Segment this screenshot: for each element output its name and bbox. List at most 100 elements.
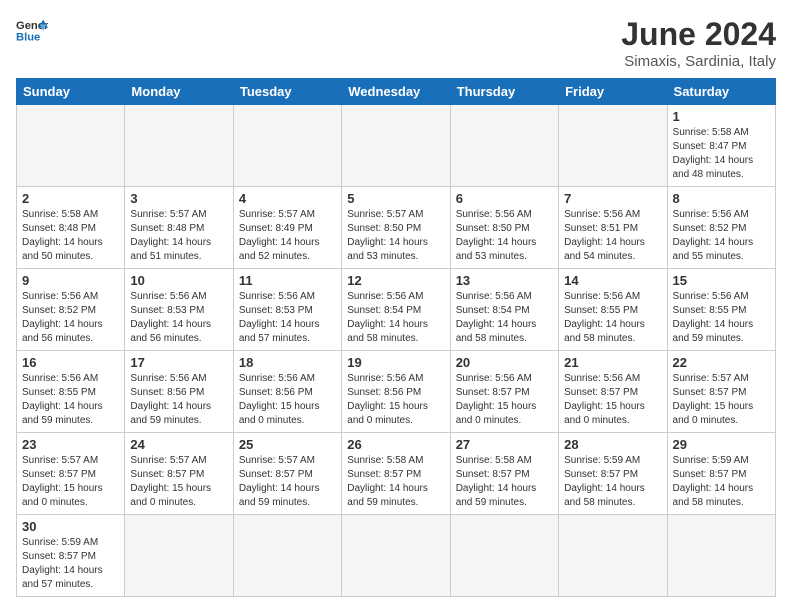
- calendar-cell: 13 Sunrise: 5:56 AMSunset: 8:54 PMDayligh…: [450, 269, 558, 351]
- calendar-cell: [342, 105, 450, 187]
- day-number: 1: [673, 109, 770, 124]
- calendar-cell: 8 Sunrise: 5:56 AMSunset: 8:52 PMDaylight…: [667, 187, 775, 269]
- day-info: Sunrise: 5:59 AMSunset: 8:57 PMDaylight:…: [564, 454, 661, 510]
- calendar-cell: 1 Sunrise: 5:58 AMSunset: 8:47 PMDaylight…: [667, 105, 775, 187]
- day-number: 23: [22, 437, 119, 452]
- logo: General Blue: [16, 16, 48, 44]
- day-number: 20: [456, 355, 553, 370]
- calendar-cell: 5Sunrise: 5:57 AMSunset: 8:50 PMDaylight…: [342, 187, 450, 269]
- calendar-week-row: 30Sunrise: 5:59 AMSunset: 8:57 PMDayligh…: [17, 515, 776, 597]
- month-title: June 2024: [621, 16, 776, 53]
- calendar-cell: [125, 515, 233, 597]
- day-number: 13: [456, 273, 553, 288]
- day-info: Sunrise: 5:58 AMSunset: 8:57 PMDaylight:…: [347, 454, 444, 510]
- day-info: Sunrise: 5:56 AMSunset: 8:57 PMDaylight:…: [456, 372, 553, 428]
- calendar-cell: 28Sunrise: 5:59 AMSunset: 8:57 PMDayligh…: [559, 433, 667, 515]
- day-info: Sunrise: 5:56 AMSunset: 8:55 PMDaylight:…: [673, 290, 770, 346]
- calendar-cell: 27Sunrise: 5:58 AMSunset: 8:57 PMDayligh…: [450, 433, 558, 515]
- calendar-cell: [17, 105, 125, 187]
- logo-icon: General Blue: [16, 16, 48, 44]
- day-number: 8: [673, 191, 770, 206]
- day-info: Sunrise: 5:56 AMSunset: 8:56 PMDaylight:…: [347, 372, 444, 428]
- calendar-cell: 10 Sunrise: 5:56 AMSunset: 8:53 PMDayligh…: [125, 269, 233, 351]
- day-number: 10: [130, 273, 227, 288]
- day-number: 7: [564, 191, 661, 206]
- day-number: 6: [456, 191, 553, 206]
- day-info: Sunrise: 5:56 AMSunset: 8:55 PMDaylight:…: [22, 372, 119, 428]
- day-info: Sunrise: 5:56 AMSunset: 8:56 PMDaylight:…: [130, 372, 227, 428]
- calendar-cell: 9 Sunrise: 5:56 AMSunset: 8:52 PMDaylight…: [17, 269, 125, 351]
- location: Simaxis, Sardinia, Italy: [621, 53, 776, 70]
- calendar-cell: [233, 105, 341, 187]
- calendar-cell: 17 Sunrise: 5:56 AMSunset: 8:56 PMDayligh…: [125, 351, 233, 433]
- calendar-table: SundayMondayTuesdayWednesdayThursdayFrid…: [16, 78, 776, 597]
- col-header-sunday: Sunday: [17, 79, 125, 105]
- day-number: 5: [347, 191, 444, 206]
- day-number: 17: [130, 355, 227, 370]
- col-header-friday: Friday: [559, 79, 667, 105]
- day-number: 4: [239, 191, 336, 206]
- calendar-cell: 3 Sunrise: 5:57 AMSunset: 8:48 PMDaylight…: [125, 187, 233, 269]
- calendar-cell: 18Sunrise: 5:56 AMSunset: 8:56 PMDayligh…: [233, 351, 341, 433]
- day-info: Sunrise: 5:56 AMSunset: 8:54 PMDaylight:…: [456, 290, 553, 346]
- day-info: Sunrise: 5:57 AMSunset: 8:48 PMDaylight:…: [130, 208, 227, 264]
- calendar-week-row: 23 Sunrise: 5:57 AMSunset: 8:57 PMDayligh…: [17, 433, 776, 515]
- calendar-cell: 7Sunrise: 5:56 AMSunset: 8:51 PMDaylight…: [559, 187, 667, 269]
- page: General Blue June 2024 Simaxis, Sardinia…: [0, 0, 792, 613]
- col-header-saturday: Saturday: [667, 79, 775, 105]
- calendar-cell: [450, 515, 558, 597]
- calendar-cell: 2 Sunrise: 5:58 AMSunset: 8:48 PMDaylight…: [17, 187, 125, 269]
- day-number: 21: [564, 355, 661, 370]
- day-info: Sunrise: 5:56 AMSunset: 8:50 PMDaylight:…: [456, 208, 553, 264]
- day-number: 29: [673, 437, 770, 452]
- calendar-cell: 11 Sunrise: 5:56 AMSunset: 8:53 PMDayligh…: [233, 269, 341, 351]
- day-info: Sunrise: 5:58 AMSunset: 8:48 PMDaylight:…: [22, 208, 119, 264]
- col-header-thursday: Thursday: [450, 79, 558, 105]
- day-info: Sunrise: 5:56 AMSunset: 8:53 PMDaylight:…: [239, 290, 336, 346]
- day-info: Sunrise: 5:59 AMSunset: 8:57 PMDaylight:…: [673, 454, 770, 510]
- calendar-header-row: SundayMondayTuesdayWednesdayThursdayFrid…: [17, 79, 776, 105]
- calendar-cell: 23Sunrise: 5:57 AMSunset: 8:57 PMDayligh…: [17, 433, 125, 515]
- day-number: 3: [130, 191, 227, 206]
- day-info: Sunrise: 5:56 AMSunset: 8:53 PMDaylight:…: [130, 290, 227, 346]
- day-info: Sunrise: 5:56 AMSunset: 8:52 PMDaylight:…: [673, 208, 770, 264]
- calendar-cell: [559, 515, 667, 597]
- calendar-cell: 29 Sunrise: 5:59 AMSunset: 8:57 PMDayligh…: [667, 433, 775, 515]
- day-info: Sunrise: 5:58 AMSunset: 8:57 PMDaylight:…: [456, 454, 553, 510]
- day-info: Sunrise: 5:57 AMSunset: 8:49 PMDaylight:…: [239, 208, 336, 264]
- day-info: Sunrise: 5:58 AMSunset: 8:47 PMDaylight:…: [673, 126, 770, 182]
- col-header-wednesday: Wednesday: [342, 79, 450, 105]
- calendar-cell: 12Sunrise: 5:56 AMSunset: 8:54 PMDayligh…: [342, 269, 450, 351]
- day-number: 25: [239, 437, 336, 452]
- day-number: 24: [130, 437, 227, 452]
- calendar-week-row: 1 Sunrise: 5:58 AMSunset: 8:47 PMDaylight…: [17, 105, 776, 187]
- calendar-week-row: 2 Sunrise: 5:58 AMSunset: 8:48 PMDaylight…: [17, 187, 776, 269]
- calendar-cell: 22Sunrise: 5:57 AMSunset: 8:57 PMDayligh…: [667, 351, 775, 433]
- calendar-cell: [559, 105, 667, 187]
- calendar-cell: [342, 515, 450, 597]
- day-number: 15: [673, 273, 770, 288]
- calendar-cell: 25 Sunrise: 5:57 AMSunset: 8:57 PMDayligh…: [233, 433, 341, 515]
- day-number: 9: [22, 273, 119, 288]
- calendar-cell: 20 Sunrise: 5:56 AMSunset: 8:57 PMDayligh…: [450, 351, 558, 433]
- calendar-week-row: 9 Sunrise: 5:56 AMSunset: 8:52 PMDaylight…: [17, 269, 776, 351]
- calendar-cell: 21Sunrise: 5:56 AMSunset: 8:57 PMDayligh…: [559, 351, 667, 433]
- day-number: 14: [564, 273, 661, 288]
- calendar-cell: [450, 105, 558, 187]
- day-number: 2: [22, 191, 119, 206]
- day-info: Sunrise: 5:56 AMSunset: 8:52 PMDaylight:…: [22, 290, 119, 346]
- calendar-cell: [233, 515, 341, 597]
- day-info: Sunrise: 5:57 AMSunset: 8:57 PMDaylight:…: [130, 454, 227, 510]
- day-info: Sunrise: 5:57 AMSunset: 8:57 PMDaylight:…: [239, 454, 336, 510]
- calendar-cell: 15 Sunrise: 5:56 AMSunset: 8:55 PMDayligh…: [667, 269, 775, 351]
- day-number: 11: [239, 273, 336, 288]
- calendar-cell: 19Sunrise: 5:56 AMSunset: 8:56 PMDayligh…: [342, 351, 450, 433]
- day-info: Sunrise: 5:56 AMSunset: 8:56 PMDaylight:…: [239, 372, 336, 428]
- calendar-cell: 6 Sunrise: 5:56 AMSunset: 8:50 PMDaylight…: [450, 187, 558, 269]
- day-number: 16: [22, 355, 119, 370]
- title-area: June 2024 Simaxis, Sardinia, Italy: [621, 16, 776, 70]
- calendar-cell: [667, 515, 775, 597]
- calendar-cell: 16 Sunrise: 5:56 AMSunset: 8:55 PMDayligh…: [17, 351, 125, 433]
- calendar-cell: [125, 105, 233, 187]
- day-number: 22: [673, 355, 770, 370]
